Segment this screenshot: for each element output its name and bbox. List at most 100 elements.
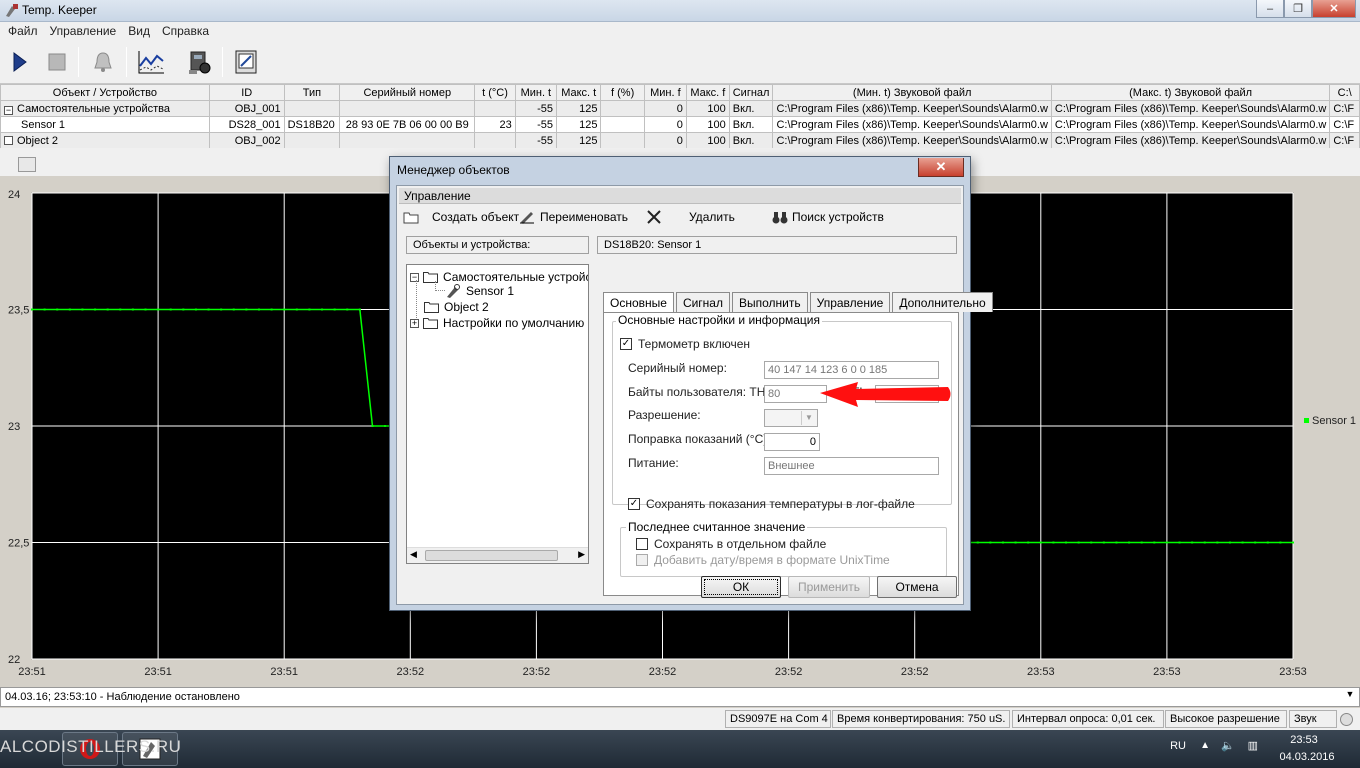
tray-time[interactable]: 23:53 (1274, 734, 1334, 746)
scrollbar-thumb[interactable] (425, 550, 558, 561)
tree-item-label: Самостоятельные устройст (443, 270, 589, 284)
objects-tree: − Самостоятельные устройст Sensor 1 Obje… (406, 264, 589, 564)
cancel-button[interactable]: Отмена (877, 576, 957, 598)
tree-collapse-toggle[interactable]: − (410, 272, 419, 282)
grid-header-row: Объект / Устройство ID Тип Серийный номе… (0, 84, 1360, 101)
serial-label: Серийный номер: (628, 361, 727, 375)
dialog-menu-control[interactable]: Управление (404, 189, 471, 203)
row-checkbox[interactable] (4, 135, 13, 145)
apply-button[interactable]: Применить (788, 576, 870, 598)
row-max-f: 100 (685, 100, 730, 117)
menu-view[interactable]: Вид (122, 22, 156, 41)
delete-button[interactable]: Удалить (646, 210, 735, 224)
tree-expand-toggle[interactable]: + (410, 318, 419, 328)
ok-button[interactable]: ОК (701, 576, 781, 598)
column-header[interactable]: Сигнал (728, 84, 774, 101)
dialog-close-button[interactable]: ✕ (918, 158, 964, 177)
column-header[interactable]: Макс. f (685, 84, 730, 101)
device-button[interactable] (182, 45, 216, 79)
window-titlebar: Temp. Keeper ‒ ❐ ✕ (0, 0, 1360, 22)
resolution-select[interactable]: ▼ (764, 409, 818, 427)
tree-item-label: Настройки по умолчанию (443, 316, 585, 330)
binoculars-icon (772, 212, 788, 224)
column-header[interactable]: t (°C) (474, 84, 516, 101)
play-button[interactable] (2, 45, 36, 79)
tree-item-standalone-devices[interactable]: − Самостоятельные устройст (410, 270, 589, 284)
column-header[interactable]: Серийный номер (339, 84, 476, 101)
tab-control[interactable]: Управление (809, 292, 891, 312)
main-settings-title: Основные настройки и информация (616, 313, 822, 327)
tab-execute[interactable]: Выполнить (732, 292, 808, 312)
menu-file[interactable]: Файл (2, 22, 44, 41)
stop-button[interactable] (40, 45, 74, 79)
menu-help[interactable]: Справка (156, 22, 215, 41)
menu-bar: Файл Управление Вид Справка (0, 22, 1360, 41)
chart-button[interactable] (134, 45, 168, 79)
add-datetime-checkbox[interactable] (636, 554, 648, 566)
thermometer-enabled-checkbox[interactable]: ✓ (620, 338, 632, 350)
chevron-left-icon[interactable]: ◀ (410, 549, 417, 560)
tab-advanced[interactable]: Дополнительно (892, 292, 993, 312)
data-point (321, 308, 324, 311)
serial-field[interactable]: 40 147 14 123 6 0 0 185 (764, 361, 939, 379)
y-tick-label: 22,5 (8, 538, 29, 550)
save-separate-checkbox[interactable] (636, 538, 648, 550)
column-header[interactable]: Тип (283, 84, 341, 101)
tree-item-sensor-1[interactable]: Sensor 1 (445, 284, 516, 298)
data-point (1254, 541, 1257, 544)
column-header[interactable]: C:\ (1329, 84, 1360, 101)
search-devices-button[interactable]: Поиск устройств (772, 210, 884, 224)
minimize-button[interactable]: ‒ (1256, 0, 1284, 18)
chevron-right-icon[interactable]: ▶ (578, 549, 585, 560)
column-header[interactable]: Объект / Устройство (0, 84, 210, 101)
chevron-down-icon[interactable]: ▼ (801, 411, 816, 425)
data-point (1140, 541, 1143, 544)
speaker-icon[interactable]: 🔈 (1221, 739, 1235, 752)
row-extra: C:\F (1329, 100, 1360, 117)
row-max-sound: C:\Program Files (x86)\Temp. Keeper\Soun… (1050, 100, 1331, 117)
column-header[interactable]: ID (208, 84, 285, 101)
log-status-line[interactable]: 04.03.16; 23:53:10 - Наблюдение остановл… (0, 687, 1360, 707)
data-point (81, 308, 84, 311)
column-header[interactable]: (Мин. t) Звуковой файл (772, 84, 1052, 101)
menu-control[interactable]: Управление (44, 22, 123, 41)
network-icon[interactable]: ▥ (1248, 739, 1258, 752)
language-indicator[interactable]: RU (1170, 740, 1186, 752)
maximize-button[interactable]: ❐ (1284, 0, 1312, 18)
alarm-button[interactable] (86, 45, 120, 79)
scrollbar-thumb[interactable] (18, 157, 36, 172)
row-max-f: 100 (685, 116, 730, 133)
tree-item-object-2[interactable]: Object 2 (424, 300, 489, 314)
table-row[interactable]: Sensor 1 DS28_001 DS18B20 28 93 0E 7B 06… (0, 116, 1360, 133)
data-point (384, 425, 387, 427)
data-point (1228, 541, 1231, 544)
table-row[interactable]: − Самостоятельные устройства OBJ_001 -55 … (0, 100, 1360, 117)
create-object-label: Создать объект (432, 210, 520, 224)
create-object-button[interactable]: Создать объект (403, 210, 519, 224)
object-manager-button[interactable] (229, 45, 263, 79)
column-header[interactable]: Макс. t (555, 84, 602, 101)
sensor-icon (447, 284, 460, 298)
tray-arrow-icon[interactable]: ▲ (1200, 740, 1210, 751)
tab-signal[interactable]: Сигнал (675, 292, 730, 312)
power-label: Питание: (628, 456, 679, 470)
tree-horizontal-scrollbar[interactable]: ◀ ▶ (407, 547, 588, 563)
close-button[interactable]: ✕ (1312, 0, 1356, 18)
column-header[interactable]: Мин. f (643, 84, 687, 101)
x-tick-label: 23:52 (649, 666, 677, 678)
x-tick-label: 23:52 (523, 666, 551, 678)
column-header[interactable]: f (%) (600, 84, 645, 101)
power-field[interactable]: Внешнее (764, 457, 939, 475)
tray-date[interactable]: 04.03.2016 (1272, 751, 1342, 763)
column-header[interactable]: (Макс. t) Звуковой файл (1050, 84, 1331, 101)
correction-field[interactable]: 0 (764, 433, 820, 451)
rename-button[interactable]: Переименовать (519, 210, 628, 224)
tree-item-defaults[interactable]: + Настройки по умолчанию (410, 316, 584, 330)
row-f (600, 116, 645, 133)
save-log-checkbox[interactable]: ✓ (628, 498, 640, 510)
column-header[interactable]: Мин. t (514, 84, 557, 101)
collapse-toggle[interactable]: − (4, 105, 13, 115)
tab-main[interactable]: Основные (603, 292, 674, 313)
chevron-down-icon[interactable]: ▼ (1343, 689, 1357, 705)
table-row[interactable]: Object 2 OBJ_002 -55 125 0 100 Вкл. C:\P… (0, 132, 1360, 148)
